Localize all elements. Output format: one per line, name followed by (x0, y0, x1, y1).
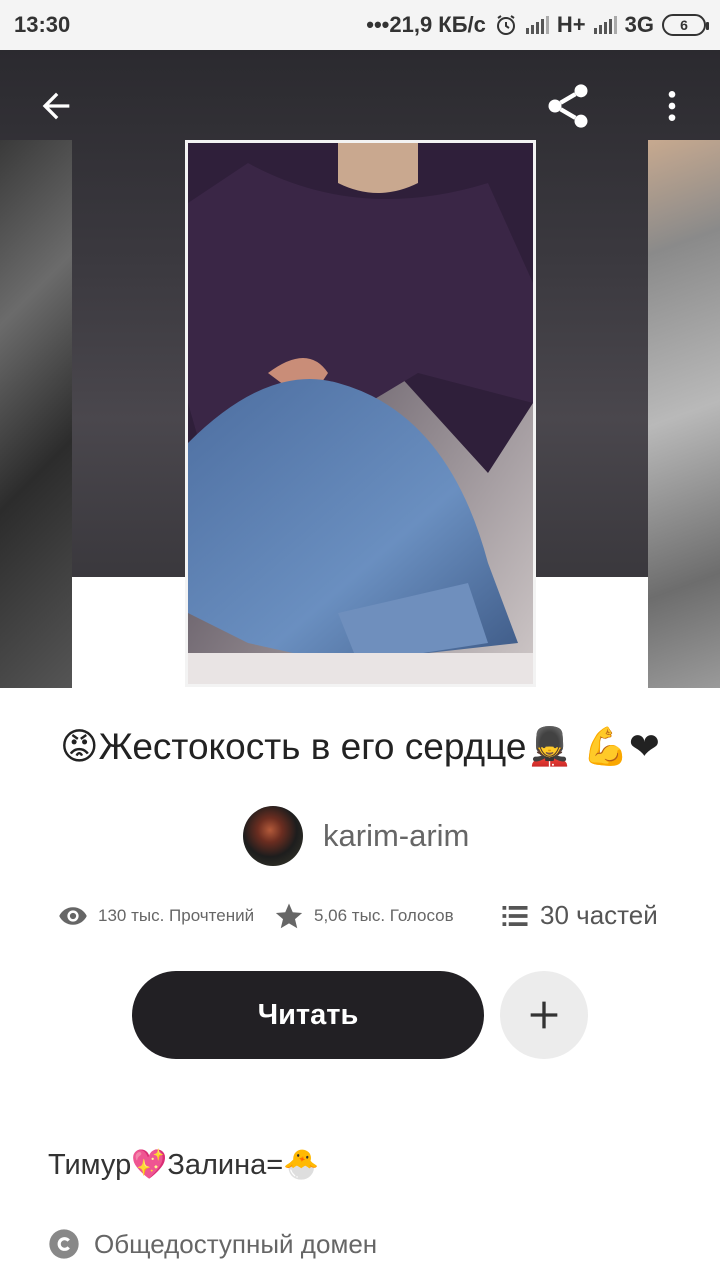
network-speed: •••21,9 КБ/с (366, 12, 486, 37)
signal-icon (525, 16, 549, 34)
license-info[interactable]: Общедоступный домен (48, 1228, 377, 1260)
cover-image (188, 143, 533, 684)
status-time: 13:30 (14, 12, 71, 37)
battery-icon: 6 (662, 14, 709, 36)
avatar[interactable] (243, 806, 303, 866)
author-name[interactable]: karim-arim (323, 818, 469, 854)
prev-cover[interactable] (0, 140, 72, 688)
parts-count: 30 частей (540, 900, 658, 930)
status-bar: 13:30 •••21,9 КБ/с H+ 3G 6 (0, 0, 720, 50)
views-count: 130 тыс. Прочтений (98, 905, 255, 925)
network-type-1: H+ (556, 12, 586, 37)
copyright-icon (49, 1229, 79, 1259)
network-type-2: 3G (624, 12, 654, 37)
author-link[interactable]: karim-arim (243, 806, 469, 866)
plus-icon (530, 1001, 558, 1029)
share-icon (548, 84, 588, 128)
arrow-back-icon (42, 92, 70, 120)
read-button[interactable]: Читать (132, 971, 484, 1059)
more-button[interactable] (644, 78, 700, 134)
share-button[interactable] (540, 78, 596, 134)
status-icons: •••21,9 КБ/с H+ 3G 6 (366, 12, 709, 38)
votes-count: 5,06 тыс. Голосов (314, 905, 454, 925)
add-to-library-button[interactable] (500, 971, 588, 1059)
parts-stat[interactable]: 30 частей (500, 900, 658, 931)
more-vert-icon (668, 91, 676, 121)
views-stat: 130 тыс. Прочтений (58, 901, 268, 931)
star-icon (275, 903, 303, 928)
next-cover[interactable] (648, 140, 720, 688)
votes-stat: 5,06 тыс. Голосов (274, 901, 494, 931)
story-cover[interactable] (185, 140, 536, 687)
list-icon (502, 905, 528, 926)
story-stats: 130 тыс. Прочтений 5,06 тыс. Голосов 30 … (58, 900, 678, 931)
read-button-label: Читать (257, 998, 359, 1031)
eye-icon (59, 906, 87, 925)
license-text: Общедоступный домен (94, 1228, 378, 1259)
signal-icon-2 (593, 16, 617, 34)
back-button[interactable] (28, 78, 84, 134)
battery-level: 6 (680, 17, 688, 33)
story-title: 😡Жестокость в его сердце💂 💪❤ (60, 726, 660, 767)
story-description: Тимур💖Залина=🐣 (48, 1149, 320, 1181)
alarm-icon (496, 15, 515, 35)
